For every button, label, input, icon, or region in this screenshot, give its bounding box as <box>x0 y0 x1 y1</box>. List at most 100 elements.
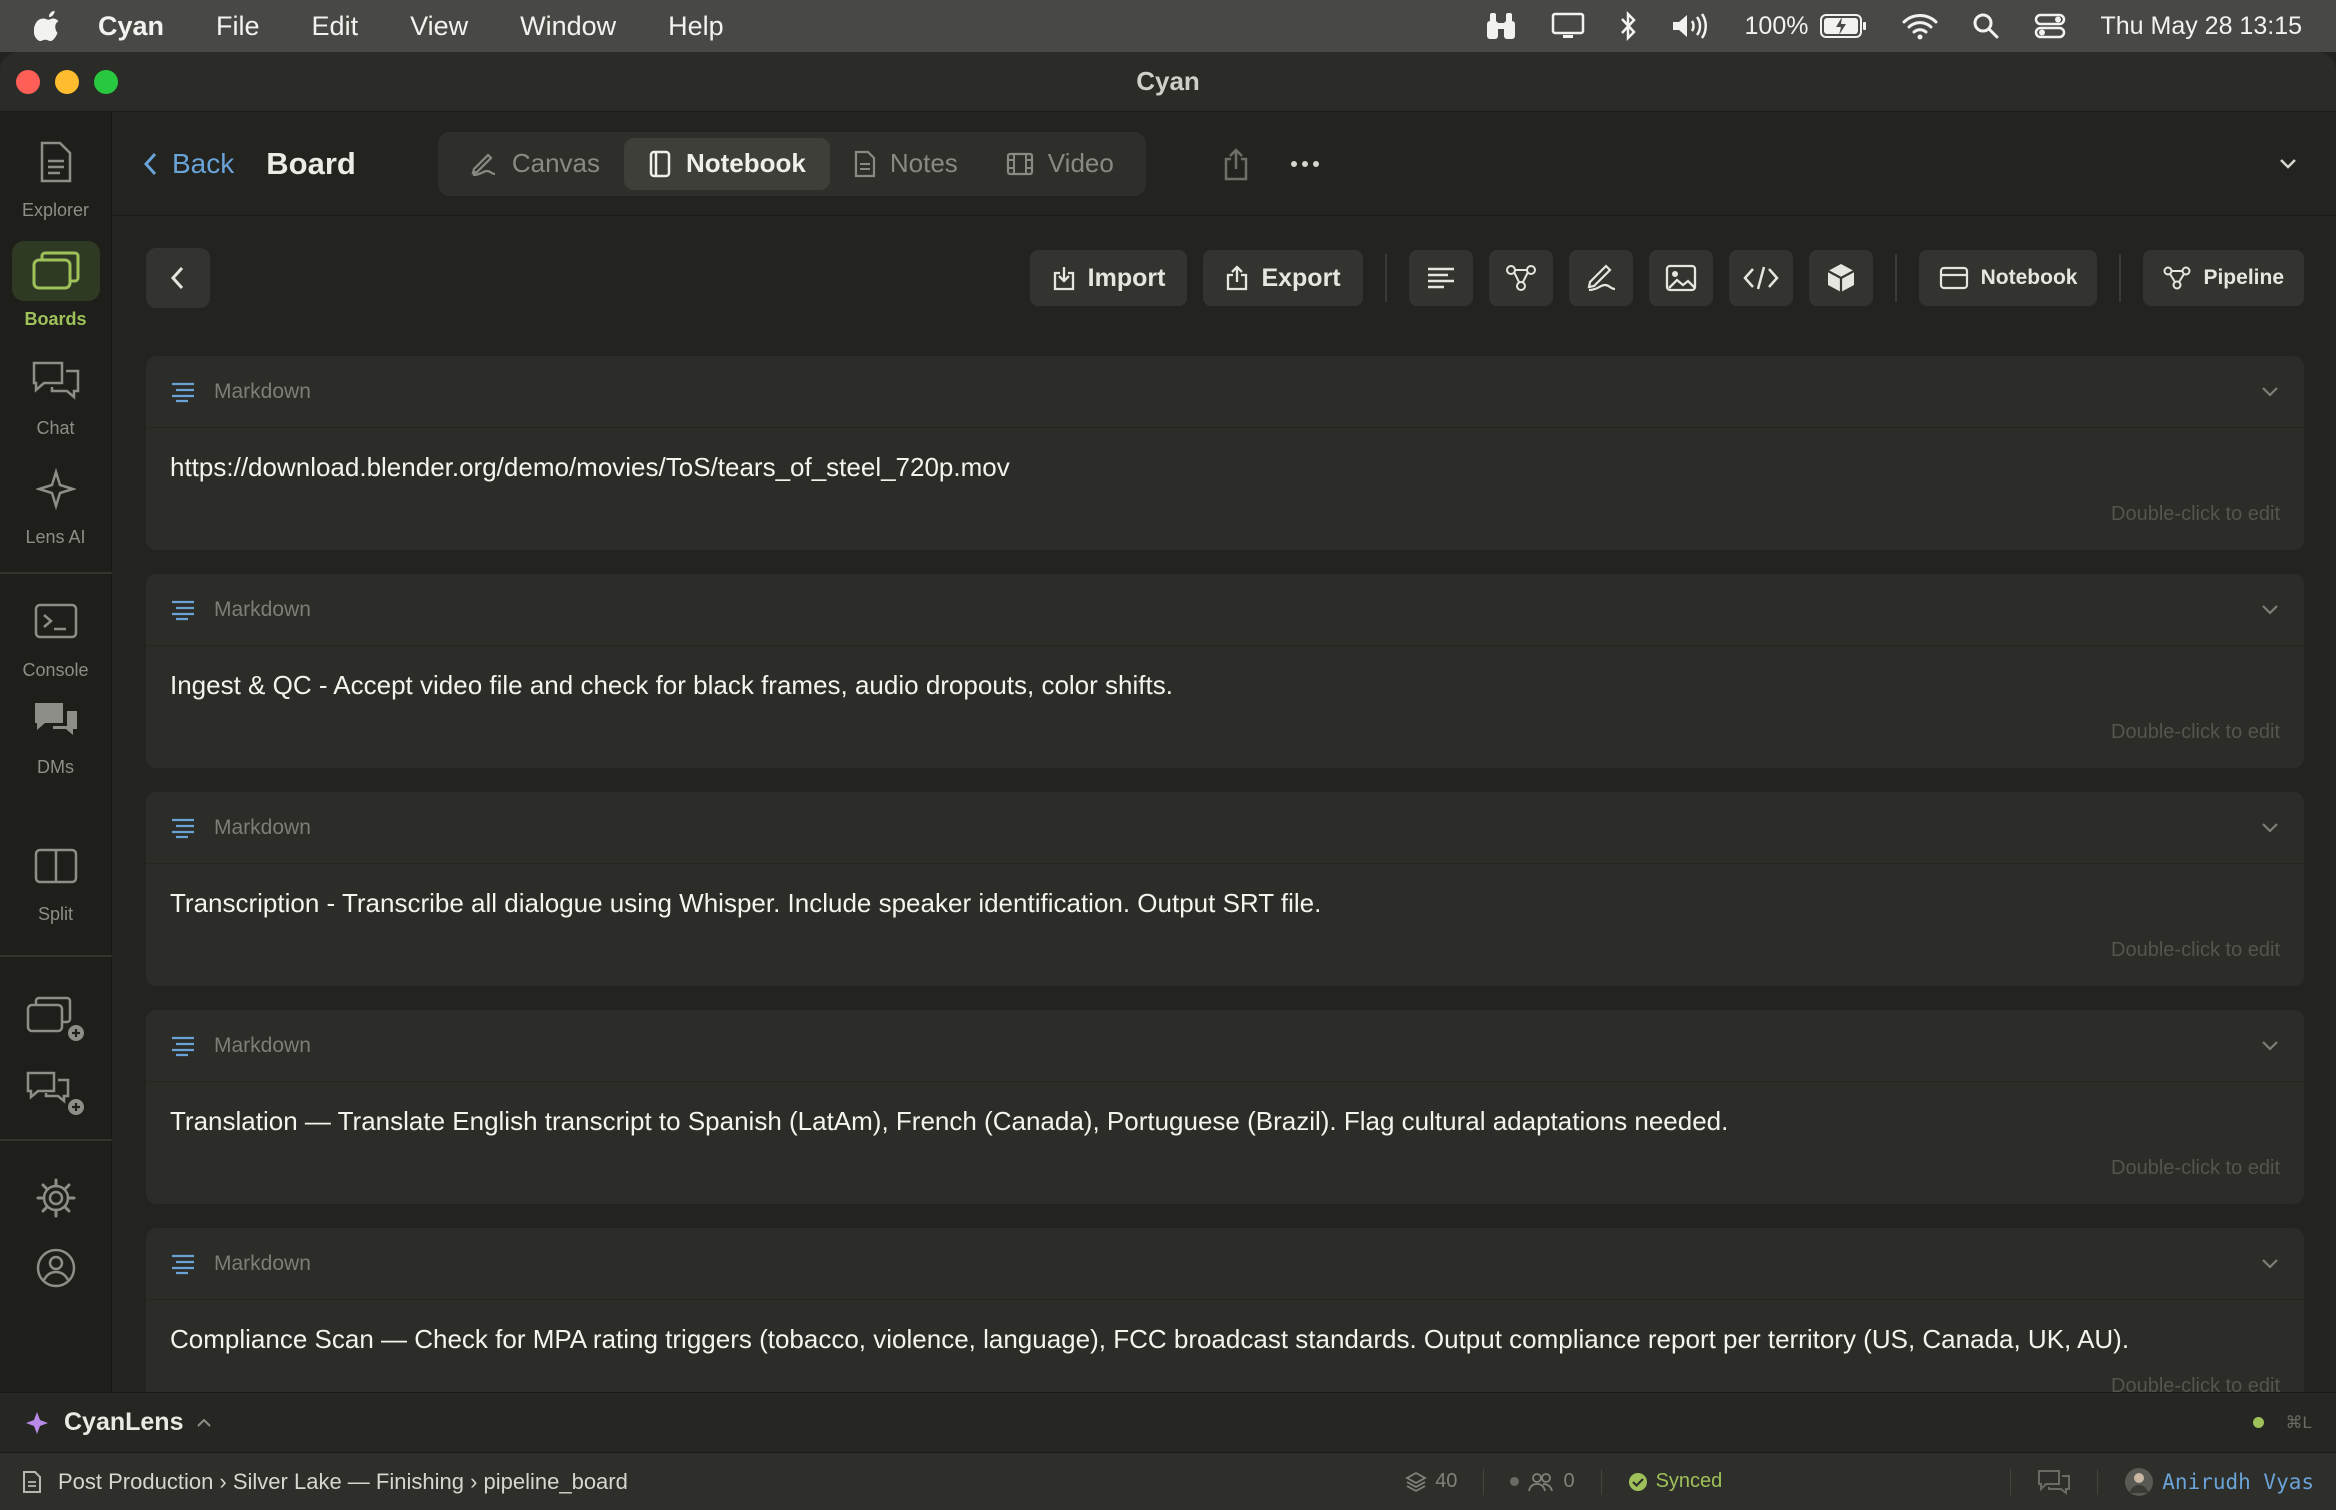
breadcrumb[interactable]: Post Production › Silver Lake — Finishin… <box>58 1469 628 1495</box>
apple-icon[interactable] <box>34 10 78 42</box>
cell-content[interactable]: https://download.blender.org/demo/movies… <box>146 428 2304 483</box>
pen-icon <box>470 151 498 177</box>
notebook-cell[interactable]: Markdown Translation — Translate English… <box>146 1010 2304 1204</box>
cell-content[interactable]: Ingest & QC - Accept video file and chec… <box>146 646 2304 701</box>
add-flow-cell-button[interactable] <box>1488 250 1553 306</box>
collapse-button[interactable] <box>146 248 210 308</box>
toolbar-divider <box>1894 254 1897 302</box>
tab-label: Canvas <box>511 148 600 178</box>
boards-icon <box>31 250 81 292</box>
note-icon <box>854 150 876 178</box>
layer-count: 40 <box>1405 1470 1457 1493</box>
tab-label: Notes <box>889 148 958 178</box>
status-divider <box>1483 1468 1485 1495</box>
tab-canvas[interactable]: Canvas <box>446 138 624 190</box>
new-chat-icon[interactable] <box>24 1067 88 1117</box>
sidebar-item-console[interactable]: Console <box>0 588 112 681</box>
app-window: Cyan Explorer Boards Chat Lens AI Consol… <box>0 52 2336 1510</box>
sidebar-item-label: Split <box>37 904 73 924</box>
new-board-icon[interactable] <box>24 993 88 1043</box>
chevron-down-icon[interactable] <box>2278 157 2298 171</box>
avatar <box>2124 1467 2154 1497</box>
notebook-cell[interactable]: Markdown https://download.blender.org/de… <box>146 356 2304 550</box>
sidebar-item-lens-ai[interactable]: Lens AI <box>0 439 112 548</box>
sidebar-item-label: Explorer <box>21 200 90 220</box>
cell-content[interactable]: Compliance Scan — Check for MPA rating t… <box>146 1300 2304 1355</box>
notebook-cells: Markdown https://download.blender.org/de… <box>146 356 2304 1432</box>
chat-bubbles-icon[interactable] <box>2037 1469 2071 1495</box>
chevron-up-icon[interactable] <box>195 1417 213 1429</box>
back-button[interactable]: Back <box>142 148 234 180</box>
status-divider <box>2097 1468 2099 1495</box>
edit-hint: Double-click to edit <box>2111 939 2280 961</box>
chevron-down-icon[interactable] <box>2260 385 2280 399</box>
sidebar-item-label: Chat <box>36 418 75 438</box>
current-user[interactable]: Anirudh Vyas <box>2124 1467 2314 1497</box>
chevron-down-icon[interactable] <box>2260 1039 2280 1053</box>
display-icon[interactable] <box>1551 12 1585 40</box>
notebook-toolbar: Import Export Notebook Pipeline <box>146 248 2304 308</box>
settings-gear-icon[interactable] <box>35 1177 77 1219</box>
sidebar-item-chat[interactable]: Chat <box>0 330 112 439</box>
notebook-cell[interactable]: Markdown Transcription - Transcribe all … <box>146 792 2304 986</box>
chat-icon <box>30 359 82 401</box>
notebook-icon <box>648 150 672 178</box>
control-center-icon[interactable] <box>2034 12 2066 40</box>
markdown-lines-icon <box>170 1035 196 1057</box>
add-3d-cell-button[interactable] <box>1808 250 1873 306</box>
cell-type-label: Markdown <box>214 1251 311 1275</box>
cell-content[interactable]: Transcription - Transcribe all dialogue … <box>146 864 2304 919</box>
tab-notebook[interactable]: Notebook <box>623 137 830 190</box>
share-icon[interactable] <box>1222 147 1250 181</box>
chevron-down-icon[interactable] <box>2260 603 2280 617</box>
cell-header: Markdown <box>146 356 2304 428</box>
code-icon <box>1742 265 1779 291</box>
status-divider <box>2010 1468 2012 1495</box>
menu-file[interactable]: File <box>216 11 260 42</box>
menu-app-name[interactable]: Cyan <box>98 11 164 42</box>
sidebar-item-split[interactable]: Split <box>0 778 112 925</box>
user-name: Anirudh Vyas <box>2162 1469 2314 1494</box>
back-label: Back <box>172 147 235 179</box>
spotlight-search-icon[interactable] <box>1972 12 2000 40</box>
cell-content[interactable]: Translation — Translate English transcri… <box>146 1082 2304 1137</box>
export-button[interactable]: Export <box>1203 250 1363 306</box>
tab-notes[interactable]: Notes <box>830 138 982 190</box>
cell-type-label: Markdown <box>214 815 311 839</box>
sidebar-item-boards[interactable]: Boards <box>0 221 112 330</box>
notebook-view-button[interactable]: Notebook <box>1918 250 2098 306</box>
pipeline-button[interactable]: Pipeline <box>2143 250 2304 306</box>
sidebar-item-explorer[interactable]: Explorer <box>0 112 112 221</box>
bluetooth-icon[interactable] <box>1619 11 1637 41</box>
binoculars-icon[interactable] <box>1485 11 1517 41</box>
cyanlens-bar[interactable]: CyanLens ⌘L <box>0 1392 2336 1452</box>
battery-icon[interactable] <box>1820 14 1868 38</box>
notebook-cell[interactable]: Markdown Ingest & QC - Accept video file… <box>146 574 2304 768</box>
notebook-view-label: Notebook <box>1980 266 2078 289</box>
add-drawing-cell-button[interactable] <box>1568 250 1633 306</box>
markdown-lines-icon <box>170 599 196 621</box>
chevron-down-icon[interactable] <box>2260 1257 2280 1271</box>
menu-help[interactable]: Help <box>668 11 724 42</box>
menu-window[interactable]: Window <box>520 11 616 42</box>
add-image-cell-button[interactable] <box>1648 250 1713 306</box>
import-button[interactable]: Import <box>1029 250 1188 306</box>
wifi-icon[interactable] <box>1902 12 1938 40</box>
menu-edit[interactable]: Edit <box>312 11 359 42</box>
tab-video[interactable]: Video <box>982 138 1138 190</box>
volume-icon[interactable] <box>1671 12 1711 40</box>
cell-header: Markdown <box>146 792 2304 864</box>
edit-hint: Double-click to edit <box>2111 503 2280 525</box>
add-code-cell-button[interactable] <box>1728 250 1793 306</box>
menu-view[interactable]: View <box>410 11 468 42</box>
add-markdown-cell-button[interactable] <box>1408 250 1473 306</box>
chevron-down-icon[interactable] <box>2260 821 2280 835</box>
sidebar-item-dms[interactable]: DMs <box>0 681 112 778</box>
more-options-icon[interactable] <box>1290 160 1320 168</box>
status-divider <box>1600 1468 1602 1495</box>
profile-avatar-icon[interactable] <box>35 1247 77 1289</box>
sidebar-divider <box>0 572 112 574</box>
sidebar-item-label: Boards <box>24 309 87 329</box>
pipeline-icon <box>2163 266 2191 290</box>
view-tabs: Canvas Notebook Notes Video <box>437 131 1146 196</box>
